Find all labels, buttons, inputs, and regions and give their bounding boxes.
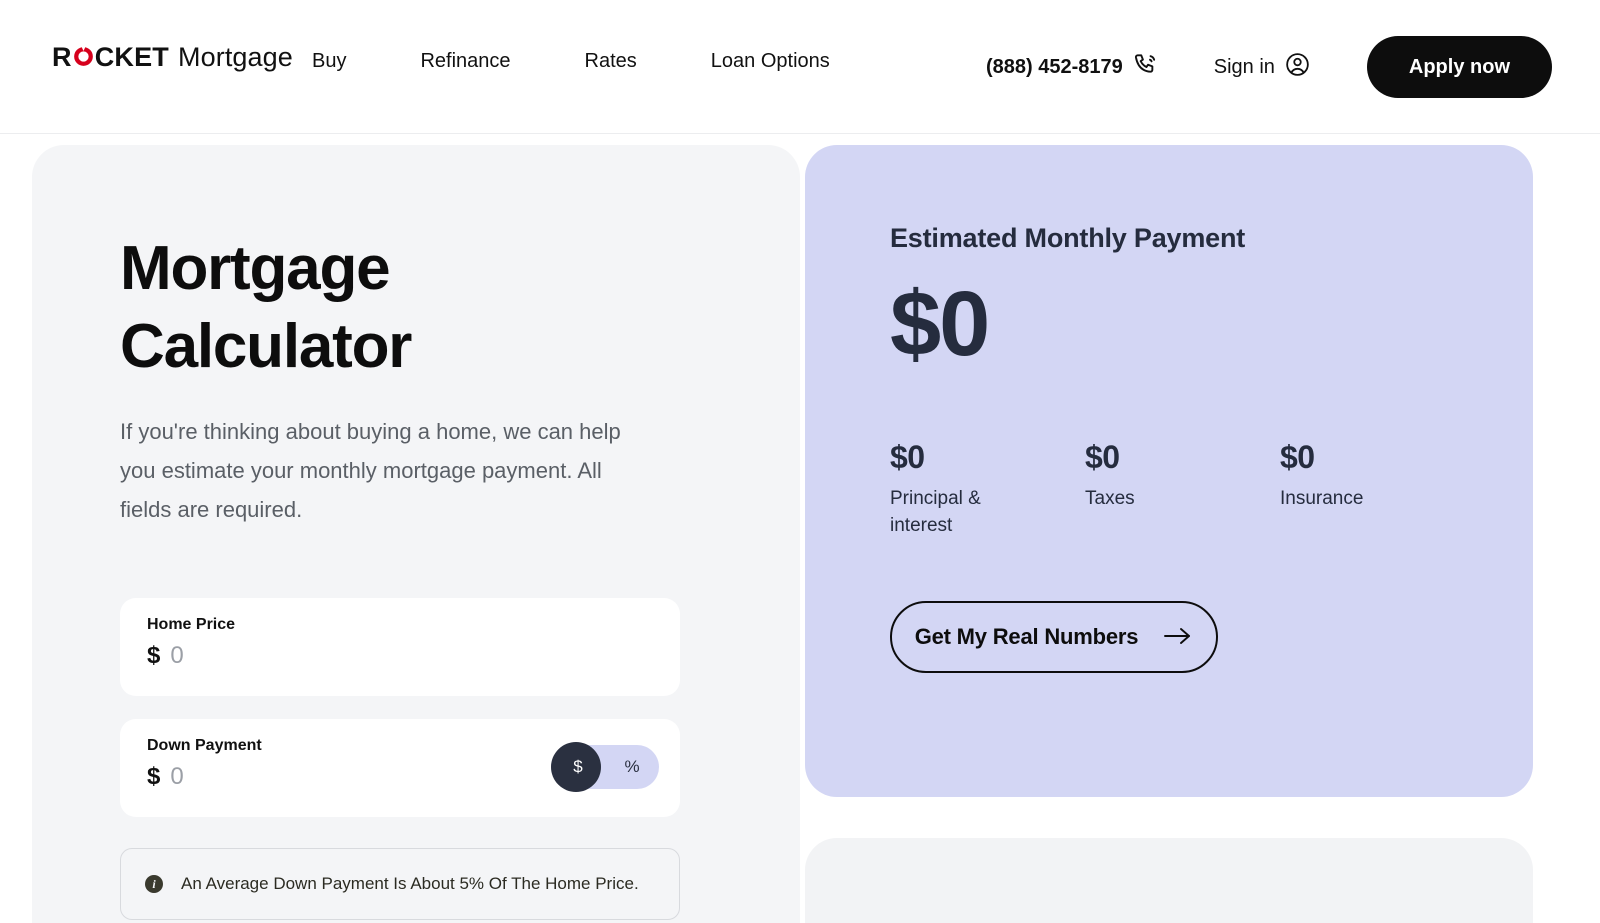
estimated-payment-title: Estimated Monthly Payment (890, 223, 1246, 253)
home-price-label: Home Price (147, 616, 236, 633)
logo-mortgage-word: Mortgage (178, 42, 293, 72)
breakdown-label-taxes: Taxes (1085, 488, 1135, 509)
logo-wordmark: R CKET (52, 44, 169, 71)
phone-icon (1133, 51, 1160, 84)
nav-item-refinance[interactable]: Refinance (420, 46, 510, 76)
down-payment-input[interactable]: 0 (170, 763, 183, 791)
phone-number: (888) 452-8179 (985, 55, 1123, 78)
calculator-description: If you're thinking about buying a home, … (120, 419, 621, 522)
rocket-mortgage-logo[interactable]: R CKET Mortgage (52, 44, 293, 71)
nav-item-rates[interactable]: Rates (585, 46, 637, 76)
breakdown-item-insurance: $0 Insurance (1280, 438, 1475, 539)
user-account-icon (1284, 51, 1311, 84)
logo-letters-cket: CKET (94, 42, 170, 72)
left-gutter (0, 135, 32, 923)
arrow-right-icon (1163, 626, 1193, 649)
calculator-card: Mortgage Calculator If you're thinking a… (32, 145, 800, 923)
page-title: Mortgage Calculator (120, 230, 710, 386)
down-payment-unit-toggle[interactable]: $ % (551, 742, 659, 792)
nav-item-loan-options[interactable]: Loan Options (711, 46, 830, 76)
sign-in-label: Sign in (1213, 55, 1275, 78)
phone-link[interactable]: (888) 452-8179 (986, 51, 1160, 84)
info-text: An Average Down Payment Is About 5% Of T… (181, 874, 639, 893)
down-payment-currency-symbol: $ (147, 763, 161, 790)
main-content: Mortgage Calculator If you're thinking a… (0, 135, 1600, 923)
estimated-payment-card: Estimated Monthly Payment $0 $0 Principa… (805, 145, 1533, 797)
home-price-input[interactable]: 0 (170, 642, 183, 670)
cta-label: Get My Real Numbers (914, 624, 1139, 649)
header-actions: (888) 452-8179 Sign in Apply now (986, 26, 1552, 108)
breakdown-label-insurance: Insurance (1280, 488, 1364, 509)
breakdown-item-taxes: $0 Taxes (1085, 438, 1280, 539)
next-section-card (805, 838, 1533, 923)
page-title-line2: Calculator (120, 312, 412, 381)
toggle-option-percent[interactable]: % (605, 745, 659, 789)
breakdown-value-insurance: $0 (1280, 439, 1315, 475)
logo-rocket-o-icon (73, 46, 94, 67)
page-title-line1: Mortgage (120, 234, 391, 303)
home-price-currency-symbol: $ (147, 642, 161, 669)
info-icon: i (145, 875, 163, 893)
logo-letter-r: R (52, 42, 72, 72)
down-payment-field[interactable]: Down Payment $ 0 $ % (120, 719, 680, 817)
toggle-option-dollar[interactable]: $ (551, 745, 605, 789)
apply-now-button[interactable]: Apply now (1366, 36, 1552, 98)
site-header: R CKET Mortgage Buy Refinance Rates Loan… (0, 0, 1600, 134)
main-navigation: Buy Refinance Rates Loan Options (312, 46, 830, 76)
page-root: R CKET Mortgage Buy Refinance Rates Loan… (0, 0, 1600, 923)
breakdown-value-principal-interest: $0 (890, 439, 925, 475)
breakdown-item-principal-interest: $0 Principal & interest (890, 438, 1085, 539)
sign-in-link[interactable]: Sign in (1214, 51, 1311, 84)
breakdown-value-taxes: $0 (1085, 439, 1120, 475)
home-price-value-row: $ 0 (147, 642, 654, 670)
breakdown-label-principal-interest: Principal & interest (890, 488, 981, 536)
estimated-payment-amount: $0 (890, 273, 990, 375)
payment-breakdown: $0 Principal & interest $0 Taxes $0 Insu… (890, 438, 1533, 539)
down-payment-info-box: i An Average Down Payment Is About 5% Of… (120, 848, 680, 920)
get-my-real-numbers-button[interactable]: Get My Real Numbers (890, 601, 1218, 673)
home-price-field[interactable]: Home Price $ 0 (120, 598, 680, 696)
nav-item-buy[interactable]: Buy (312, 46, 346, 76)
